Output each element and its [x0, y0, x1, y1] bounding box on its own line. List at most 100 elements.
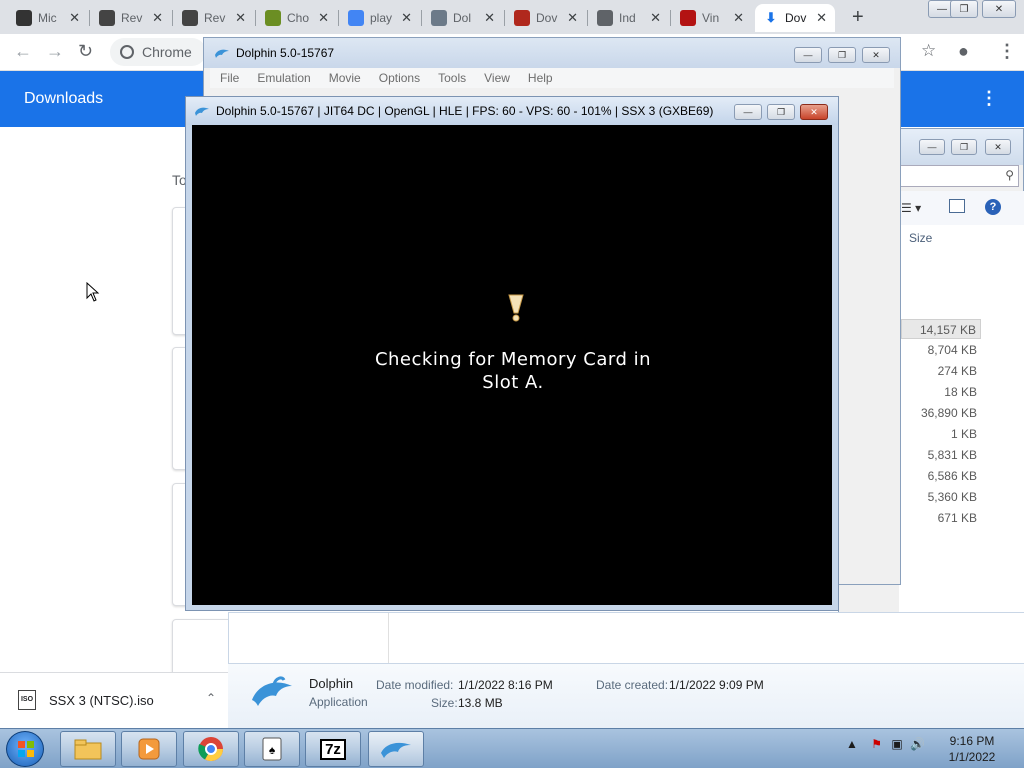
reload-icon[interactable]: ↻: [78, 41, 93, 62]
tab-0[interactable]: Mic ✕: [8, 4, 88, 32]
download-card[interactable]: [172, 619, 232, 679]
explorer-close-button[interactable]: ✕: [985, 139, 1011, 155]
new-tab-button[interactable]: +: [852, 6, 864, 29]
volume-icon[interactable]: 🔊: [910, 737, 925, 751]
bookmark-star-icon[interactable]: ☆: [921, 41, 936, 61]
browser-menu-icon[interactable]: ⋮: [998, 41, 1016, 62]
taskbar-solitaire[interactable]: ♠: [244, 731, 300, 767]
file-size-cell[interactable]: 18 KB: [901, 382, 981, 402]
explorer-maximize-button[interactable]: ❐: [951, 139, 977, 155]
taskbar-chrome[interactable]: [183, 731, 239, 767]
file-size-cell[interactable]: 6,586 KB: [901, 466, 981, 486]
address-bar[interactable]: Chrome: [110, 38, 206, 66]
globe-icon: [597, 10, 613, 26]
chevron-up-icon[interactable]: ⌃: [206, 691, 216, 705]
back-arrow-icon[interactable]: ←: [14, 41, 32, 62]
tab-title: Cho: [287, 11, 309, 25]
file-size-cell[interactable]: 5,360 KB: [901, 487, 981, 507]
download-site-icon: [514, 10, 530, 26]
downloads-title: Downloads: [24, 90, 104, 107]
taskbar-media-player[interactable]: [121, 731, 177, 767]
download-shelf-item[interactable]: SSX 3 (NTSC).iso: [49, 693, 154, 708]
start-button[interactable]: [6, 731, 44, 767]
downloads-menu-icon[interactable]: ⋮: [980, 88, 998, 109]
tab-close-icon[interactable]: ✕: [816, 10, 827, 26]
taskbar-dolphin[interactable]: [368, 731, 424, 767]
menu-view[interactable]: View: [484, 71, 510, 85]
network-icon[interactable]: ▣: [891, 737, 902, 751]
render-minimize-button[interactable]: —: [734, 104, 762, 120]
tab-separator: [504, 10, 505, 26]
view-options-icon[interactable]: ☰ ▾: [901, 201, 921, 215]
menu-options[interactable]: Options: [379, 71, 420, 85]
browser-close-button[interactable]: ✕: [982, 0, 1016, 18]
tab-6[interactable]: Dov ✕: [506, 4, 586, 32]
menu-movie[interactable]: Movie: [329, 71, 361, 85]
chrome-page-icon: [120, 45, 134, 59]
message-line-1: Checking for Memory Card in: [374, 349, 652, 370]
action-center-icon[interactable]: ⚑: [871, 737, 882, 751]
tab-title: Ind: [619, 11, 636, 25]
tab-close-icon[interactable]: ✕: [69, 10, 80, 26]
render-maximize-button[interactable]: ❐: [767, 104, 795, 120]
system-tray: ▲ ⚑ ▣ 🔊: [846, 737, 925, 751]
windows-logo-icon: [18, 741, 34, 757]
show-hidden-icons-icon[interactable]: ▲: [846, 737, 858, 751]
dolphin-minimize-button[interactable]: —: [794, 47, 822, 63]
file-size-cell[interactable]: 1 KB: [901, 424, 981, 444]
file-size-cell[interactable]: 671 KB: [901, 508, 981, 528]
tab-3[interactable]: Cho ✕: [257, 4, 337, 32]
tab-close-icon[interactable]: ✕: [152, 10, 163, 26]
file-details-bar: Dolphin Application Date modified: 1/1/2…: [228, 663, 1024, 729]
render-close-button[interactable]: ✕: [800, 104, 828, 120]
tab-8[interactable]: Vin ✕: [672, 4, 752, 32]
menu-help[interactable]: Help: [528, 71, 553, 85]
system-clock[interactable]: 9:16 PM 1/1/2022: [940, 733, 1004, 765]
clock-date: 1/1/2022: [948, 750, 996, 764]
dolphin-maximize-button[interactable]: ❐: [828, 47, 856, 63]
size-column-header[interactable]: Size: [909, 231, 932, 245]
tab-close-icon[interactable]: ✕: [318, 10, 329, 26]
iso-file-icon: ISO: [18, 690, 36, 710]
dolphin-menu-bar: File Emulation Movie Options Tools View Help: [210, 68, 894, 88]
explorer-minimize-button[interactable]: —: [919, 139, 945, 155]
tab-close-icon[interactable]: ✕: [650, 10, 661, 26]
file-size-cell[interactable]: 14,157 KB: [901, 319, 981, 339]
microsoft-store-icon: [16, 10, 32, 26]
tab-4[interactable]: play ✕: [340, 4, 420, 32]
tab-9[interactable]: ⬇ Dov ✕: [755, 4, 835, 32]
message-line-2: Slot A.: [482, 372, 544, 393]
profile-avatar-icon[interactable]: ●: [958, 41, 969, 62]
tab-close-icon[interactable]: ✕: [567, 10, 578, 26]
help-icon[interactable]: ?: [985, 199, 1001, 215]
game-screen[interactable]: Checking for Memory Card in Slot A.: [192, 125, 832, 605]
file-size-cell[interactable]: 36,890 KB: [901, 403, 981, 423]
dolphin-icon: [431, 10, 447, 26]
date-modified-label: Date modified:: [376, 678, 454, 692]
menu-tools[interactable]: Tools: [438, 71, 466, 85]
file-size-cell[interactable]: 274 KB: [901, 361, 981, 381]
tab-close-icon[interactable]: ✕: [401, 10, 412, 26]
dolphin-close-button[interactable]: ✕: [862, 47, 890, 63]
browser-maximize-button[interactable]: ❐: [950, 0, 978, 18]
solitaire-card-icon: ♠: [262, 737, 282, 761]
forward-arrow-icon[interactable]: →: [46, 41, 64, 62]
svg-text:♠: ♠: [269, 743, 276, 757]
tab-5[interactable]: Dol ✕: [423, 4, 503, 32]
tab-close-icon[interactable]: ✕: [484, 10, 495, 26]
explorer-search-input[interactable]: ⚲: [899, 165, 1019, 187]
tab-title: Dol: [453, 11, 472, 25]
tab-7[interactable]: Ind ✕: [589, 4, 669, 32]
preview-pane-icon[interactable]: [949, 199, 965, 213]
tab-close-icon[interactable]: ✕: [733, 10, 744, 26]
taskbar-file-explorer[interactable]: [60, 731, 116, 767]
address-bar-text: Chrome: [142, 44, 192, 60]
menu-file[interactable]: File: [220, 71, 239, 85]
tab-2[interactable]: Rev ✕: [174, 4, 254, 32]
taskbar-7zip[interactable]: 7z: [305, 731, 361, 767]
file-size-cell[interactable]: 8,704 KB: [901, 340, 981, 360]
tab-1[interactable]: Rev ✕: [91, 4, 171, 32]
tab-close-icon[interactable]: ✕: [235, 10, 246, 26]
menu-emulation[interactable]: Emulation: [257, 71, 310, 85]
file-size-cell[interactable]: 5,831 KB: [901, 445, 981, 465]
